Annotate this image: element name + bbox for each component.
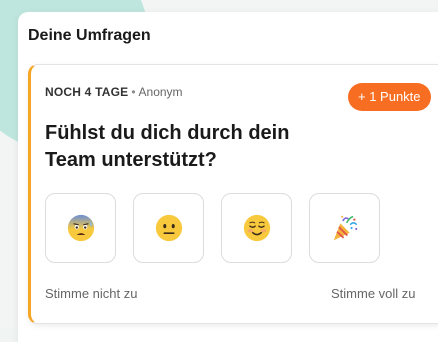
- answer-option-2[interactable]: [133, 193, 204, 263]
- surveys-panel: Deine Umfragen NOCH 4 TAGE • Anonym + 1 Pu…: [18, 12, 438, 342]
- scale-high-label: Stimme voll zu: [331, 286, 416, 301]
- survey-meta: NOCH 4 TAGE • Anonym: [45, 85, 183, 99]
- meta-separator: •: [131, 85, 136, 99]
- neutral-face-icon: [155, 214, 182, 242]
- panel-title: Deine Umfragen: [28, 27, 151, 44]
- answer-option-3[interactable]: [221, 193, 292, 263]
- party-popper-icon: [333, 215, 357, 241]
- scale-low-label: Stimme nicht zu: [45, 286, 138, 301]
- anxious-sweat-face-icon: [67, 214, 94, 242]
- relieved-smile-face-icon: [243, 214, 270, 242]
- answer-options: [45, 193, 380, 263]
- answer-option-4[interactable]: [309, 193, 380, 263]
- deadline-label: NOCH 4 TAGE: [45, 85, 129, 99]
- answer-option-1[interactable]: [45, 193, 116, 263]
- survey-card: NOCH 4 TAGE • Anonym + 1 Punkte Fühlst du …: [28, 64, 438, 324]
- survey-question: Fühlst du dich durch dein Team unterstüt…: [45, 122, 290, 171]
- author-label: Anonym: [138, 85, 183, 99]
- points-badge: + 1 Punkte: [348, 83, 431, 111]
